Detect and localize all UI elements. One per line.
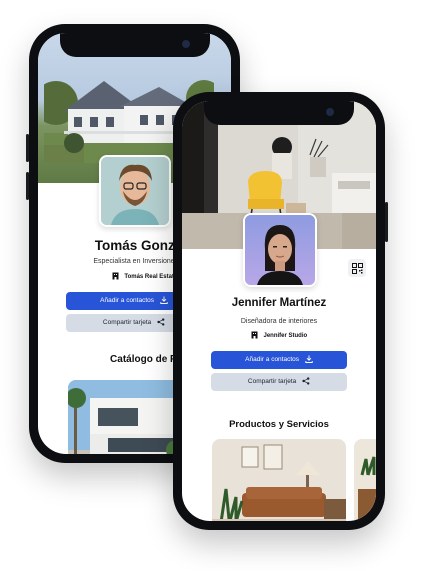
- avatar: [99, 155, 171, 227]
- building-icon: [251, 331, 258, 339]
- profile-role: Diseñadora de interiores: [240, 318, 318, 325]
- company-name: Jennifer Studio: [263, 332, 308, 339]
- volume-button: [26, 134, 29, 162]
- property-card-image[interactable]: [68, 380, 188, 454]
- qr-code-button[interactable]: [348, 259, 366, 277]
- company-name: Tomás Real Estate: [124, 273, 178, 280]
- volume-button: [26, 172, 29, 200]
- avatar: [243, 213, 317, 287]
- share-card-label: Compartir tarjeta: [102, 319, 152, 326]
- share-icon: [302, 377, 310, 385]
- section-title: Productos y Servicios: [229, 419, 329, 430]
- camera-icon: [326, 108, 334, 116]
- product-card-image[interactable]: [354, 439, 376, 521]
- building-icon: [112, 272, 119, 280]
- phone-screen: Jennifer Martínez Diseñadora de interior…: [182, 101, 376, 521]
- share-card-label: Compartir tarjeta: [247, 378, 297, 385]
- camera-icon: [181, 40, 190, 48]
- phone-notch: [204, 101, 354, 125]
- phone-mockup-front: Jennifer Martínez Diseñadora de interior…: [173, 92, 388, 530]
- download-icon: [305, 355, 313, 364]
- profile-name: Jennifer Martínez: [231, 297, 327, 309]
- company-row: Jennifer Studio: [182, 331, 376, 339]
- add-to-contacts-label: Añadir a contactos: [245, 356, 300, 363]
- phone-notch: [59, 33, 210, 57]
- add-to-contacts-button[interactable]: Añadir a contactos: [211, 351, 347, 369]
- share-card-button[interactable]: Compartir tarjeta: [211, 373, 347, 391]
- download-icon: [160, 296, 168, 305]
- share-icon: [157, 318, 165, 326]
- product-card-image[interactable]: [212, 439, 346, 521]
- power-button: [385, 202, 388, 242]
- qr-code-icon: [351, 262, 363, 274]
- add-to-contacts-label: Añadir a contactos: [100, 297, 155, 304]
